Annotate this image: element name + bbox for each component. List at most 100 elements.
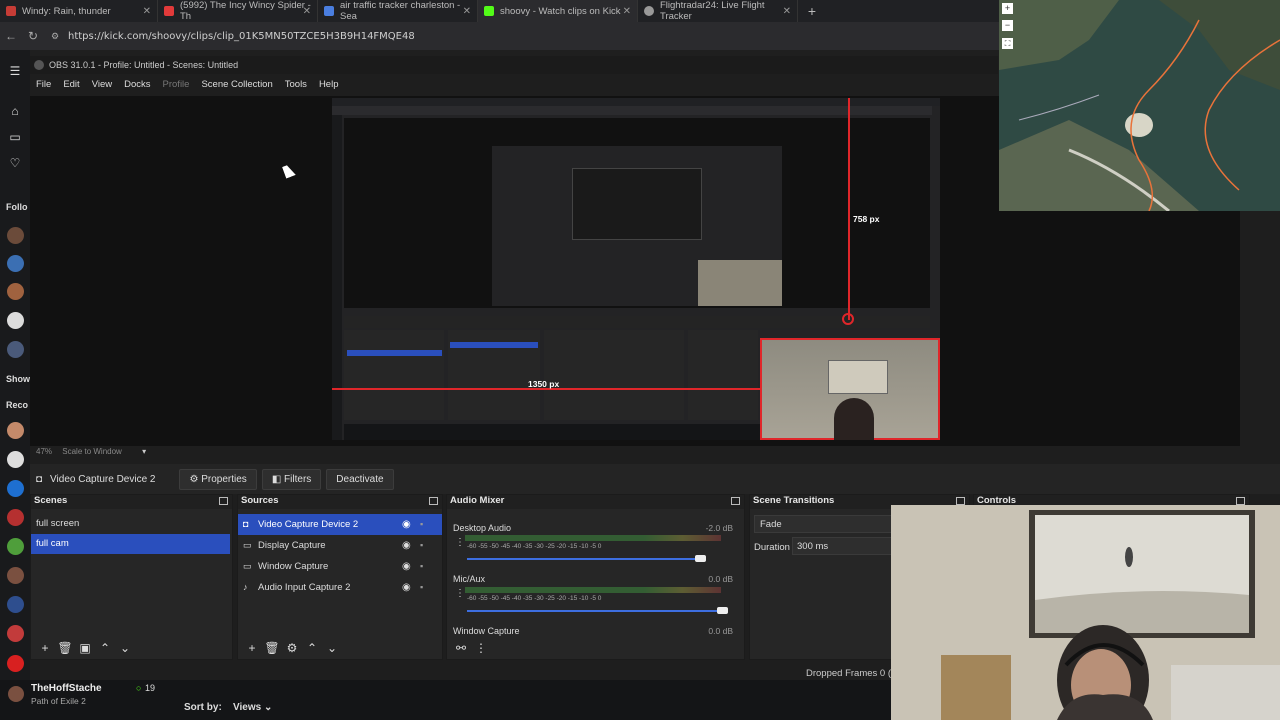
deactivate-button[interactable]: Deactivate <box>326 468 394 490</box>
avatar[interactable] <box>7 255 24 272</box>
dock-popout-icon[interactable] <box>429 497 438 505</box>
lock-icon[interactable]: ▪ <box>420 514 423 535</box>
browser-tab-active[interactable]: shoovy - Watch clips on Kick ✕ <box>478 0 638 22</box>
move-down-icon[interactable]: ⌄ <box>115 641 135 655</box>
menu-file[interactable]: File <box>30 79 57 90</box>
scale-mode-select[interactable]: Scale to Window <box>62 447 122 456</box>
avatar[interactable] <box>7 538 24 555</box>
link-icon[interactable]: ⚯ <box>451 641 471 655</box>
menu-edit[interactable]: Edit <box>57 79 85 90</box>
avatar[interactable] <box>7 227 24 244</box>
back-icon[interactable]: ← <box>0 29 22 43</box>
duration-input[interactable]: 300 ms <box>792 537 892 555</box>
following-icon[interactable]: ♡ <box>6 154 24 172</box>
scene-item-selected[interactable]: full cam <box>31 534 230 554</box>
filter-icon[interactable]: ▣ <box>75 641 95 655</box>
show-more-label[interactable]: Show <box>6 374 30 384</box>
volume-slider-handle[interactable] <box>717 607 728 614</box>
kebab-menu-icon[interactable]: ⋮ <box>471 641 491 655</box>
avatar[interactable] <box>7 625 24 642</box>
transition-type-select[interactable]: Fade <box>754 515 894 533</box>
filters-button[interactable]: ◧ Filters <box>261 468 322 490</box>
sort-select[interactable]: Views ⌄ <box>233 702 272 713</box>
avatar[interactable] <box>7 655 24 672</box>
zoom-in-icon[interactable]: + <box>1002 3 1013 14</box>
source-item-selected[interactable]: ◘ Video Capture Device 2 ◉ ▪ <box>238 514 442 535</box>
source-item[interactable]: ▭ Display Capture ◉ ▪ <box>238 535 442 556</box>
dock-popout-icon[interactable] <box>956 497 965 505</box>
eye-icon[interactable]: ◉ <box>402 556 411 577</box>
recommended-label: Reco <box>6 400 29 410</box>
add-icon[interactable]: + <box>35 641 55 655</box>
source-item[interactable]: ♪ Audio Input Capture 2 ◉ ▪ <box>238 577 442 598</box>
avatar[interactable] <box>7 567 24 584</box>
menu-tools[interactable]: Tools <box>279 79 313 90</box>
menu-view[interactable]: View <box>86 79 118 90</box>
trash-icon[interactable]: 🗑 <box>55 641 75 655</box>
home-icon[interactable]: ⌂ <box>6 102 24 120</box>
site-info-icon[interactable]: ⚙ <box>44 31 66 42</box>
kebab-menu-icon[interactable]: ⋮ <box>455 537 465 548</box>
avatar[interactable] <box>7 422 24 439</box>
browser-tab[interactable]: air traffic tracker charleston - Sea ✕ <box>318 0 478 22</box>
close-tab-icon[interactable]: ✕ <box>783 6 791 17</box>
flight-map-overlay[interactable]: + − ⛶ <box>999 0 1280 211</box>
avatar[interactable] <box>7 341 24 358</box>
add-icon[interactable]: + <box>242 641 262 655</box>
lock-icon[interactable]: ▪ <box>420 577 423 598</box>
menu-scene-collection[interactable]: Scene Collection <box>195 79 278 90</box>
eye-icon[interactable]: ◉ <box>402 535 411 556</box>
url-input[interactable]: https://kick.com/shoovy/clips/clip_01K5M… <box>68 31 415 42</box>
gear-icon[interactable]: ⚙ <box>282 641 302 655</box>
kebab-menu-icon[interactable]: ⋮ <box>455 588 465 599</box>
lock-icon[interactable]: ▪ <box>420 535 423 556</box>
properties-button[interactable]: ⚙ Properties <box>179 468 257 490</box>
browse-icon[interactable]: ▭ <box>6 128 24 146</box>
eye-icon[interactable]: ◉ <box>402 514 411 535</box>
avatar[interactable] <box>7 480 24 497</box>
menu-docks[interactable]: Docks <box>118 79 156 90</box>
close-tab-icon[interactable]: ✕ <box>303 6 311 17</box>
stream-category[interactable]: Path of Exile 2 <box>31 696 86 706</box>
trash-icon[interactable]: 🗑 <box>262 641 282 655</box>
fullscreen-icon[interactable]: ⛶ <box>1002 38 1013 49</box>
browser-tab[interactable]: (5992) The Incy Wincy Spider - Th ✕ <box>158 0 318 22</box>
menu-icon[interactable]: ☰ <box>6 62 24 80</box>
move-down-icon[interactable]: ⌄ <box>322 641 342 655</box>
close-tab-icon[interactable]: ✕ <box>623 6 631 17</box>
volume-slider-handle[interactable] <box>695 555 706 562</box>
move-up-icon[interactable]: ⌃ <box>95 641 115 655</box>
avatar[interactable] <box>7 312 24 329</box>
scene-item[interactable]: full screen <box>31 514 232 534</box>
lock-icon[interactable]: ▪ <box>420 556 423 577</box>
volume-slider[interactable] <box>467 558 697 560</box>
google-favicon-icon <box>324 6 334 16</box>
browser-tab[interactable]: Windy: Rain, thunder ✕ <box>0 0 158 22</box>
zoom-level[interactable]: 47% <box>36 447 52 456</box>
eye-icon[interactable]: ◉ <box>402 577 411 598</box>
close-tab-icon[interactable]: ✕ <box>463 6 471 17</box>
avatar[interactable] <box>7 451 24 468</box>
reload-icon[interactable]: ↻ <box>22 29 44 43</box>
close-tab-icon[interactable]: ✕ <box>143 6 151 17</box>
tab-title: (5992) The Incy Wincy Spider - Th <box>180 0 311 22</box>
new-tab-button[interactable]: + <box>798 0 826 22</box>
menu-help[interactable]: Help <box>313 79 345 90</box>
chevron-down-icon[interactable]: ▾ <box>142 447 146 456</box>
streamer-name[interactable]: TheHoffStache <box>31 683 102 694</box>
dock-popout-icon[interactable] <box>1236 497 1245 505</box>
dock-popout-icon[interactable] <box>219 497 228 505</box>
menu-profile[interactable]: Profile <box>157 79 196 90</box>
move-up-icon[interactable]: ⌃ <box>302 641 322 655</box>
dock-popout-icon[interactable] <box>731 497 740 505</box>
volume-slider[interactable] <box>467 610 722 612</box>
avatar[interactable] <box>8 686 24 702</box>
browser-tab[interactable]: Flightradar24: Live Flight Tracker ✕ <box>638 0 798 22</box>
channel-name: Mic/Aux <box>453 574 486 584</box>
zoom-out-icon[interactable]: − <box>1002 20 1013 31</box>
avatar[interactable] <box>7 283 24 300</box>
avatar[interactable] <box>7 509 24 526</box>
source-item[interactable]: ▭ Window Capture ◉ ▪ <box>238 556 442 577</box>
preview-recursive-capture[interactable] <box>332 98 940 440</box>
avatar[interactable] <box>7 596 24 613</box>
